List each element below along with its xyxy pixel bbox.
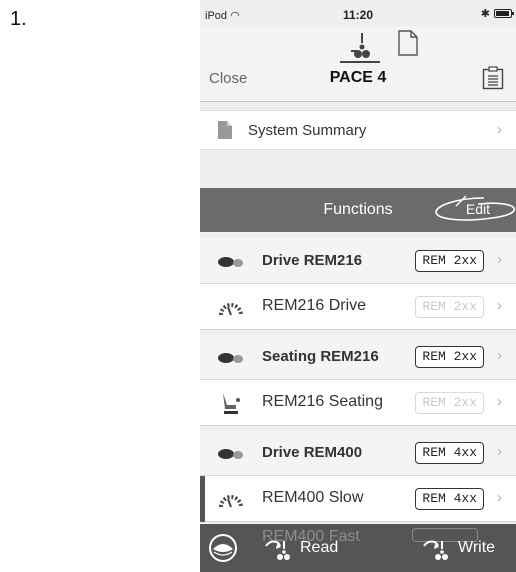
toggle-icon — [216, 345, 246, 369]
write-button[interactable]: Write — [458, 539, 495, 557]
function-group-row[interactable]: Drive REM216 REM 2xx › — [200, 238, 516, 284]
seat-icon — [216, 391, 246, 415]
selected-indicator — [200, 476, 205, 522]
function-label: Drive REM400 — [262, 444, 363, 461]
battery-icon — [494, 9, 514, 18]
function-group-row[interactable]: Drive REM400 REM 4xx › — [200, 430, 516, 476]
function-label: REM216 Seating — [262, 393, 383, 410]
toggle-icon — [216, 441, 246, 465]
phone-screen: iPod ◠ 11:20 ✱ Close PACE 4 System Summa… — [200, 0, 516, 572]
rem-badge: REM 2xx — [415, 296, 484, 318]
function-label: REM400 Slow — [262, 489, 364, 506]
system-summary-label: System Summary — [248, 122, 367, 139]
write-icon[interactable] — [422, 538, 448, 560]
document-tab-icon[interactable] — [397, 30, 419, 56]
function-item-row[interactable]: REM216 Drive REM 2xx › — [200, 284, 516, 330]
rem-badge: REM 2xx — [415, 346, 484, 368]
chevron-right-icon: › — [497, 443, 502, 460]
function-label: Drive REM216 — [262, 252, 363, 269]
speedometer-icon — [216, 487, 246, 511]
nav-bar: Close PACE 4 — [200, 26, 516, 102]
rem-badge: REM 2xx — [415, 250, 484, 272]
chevron-right-icon: › — [497, 347, 502, 364]
toggle-icon — [216, 249, 246, 273]
chevron-right-icon: › — [497, 393, 502, 410]
edit-highlight-scribble-icon — [435, 195, 516, 221]
function-group-row[interactable]: Seating REM216 REM 2xx › — [200, 334, 516, 380]
bottom-toolbar: REM400 Fast Read Write — [200, 524, 516, 572]
document-icon — [218, 121, 232, 139]
speedometer-icon — [216, 295, 246, 319]
clock: 11:20 — [342, 8, 374, 22]
chevron-right-icon: › — [497, 251, 502, 268]
chevron-right-icon: › — [497, 297, 502, 314]
read-icon[interactable] — [264, 538, 290, 560]
rem-badge: REM 4xx — [415, 488, 484, 510]
function-label: Seating REM216 — [262, 348, 379, 365]
status-bar: iPod ◠ 11:20 ✱ — [200, 0, 516, 26]
read-button[interactable]: Read — [300, 539, 338, 557]
rem-badge: REM 4xx — [415, 442, 484, 464]
system-summary-row[interactable]: System Summary › — [200, 110, 516, 150]
drive-tab-icon[interactable] — [340, 29, 380, 63]
rem-badge: REM 2xx — [415, 392, 484, 414]
chevron-right-icon: › — [497, 121, 502, 138]
function-item-row[interactable]: REM400 Slow REM 4xx › — [200, 476, 516, 522]
function-item-row[interactable]: REM216 Seating REM 2xx › — [200, 380, 516, 426]
chevron-right-icon: › — [497, 489, 502, 506]
functions-header: Functions Edit — [200, 188, 516, 232]
home-circle-icon[interactable] — [208, 533, 238, 563]
page-title: PACE 4 — [329, 69, 387, 86]
function-label: REM216 Drive — [262, 297, 367, 314]
step-number: 1. — [10, 8, 27, 30]
clipboard-icon[interactable] — [482, 66, 504, 90]
bluetooth-icon: ✱ — [480, 8, 490, 20]
